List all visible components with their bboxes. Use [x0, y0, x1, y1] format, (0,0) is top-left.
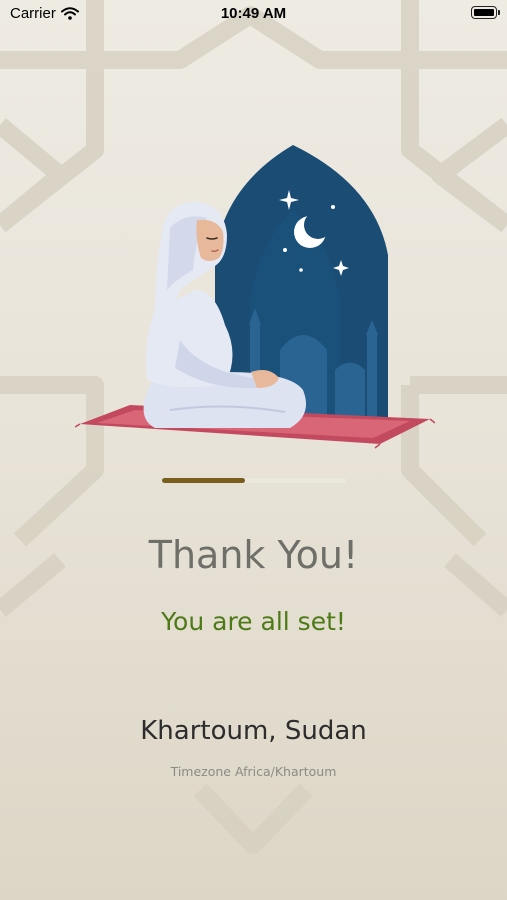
praying-woman-illustration: [75, 145, 435, 449]
page-title: Thank You!: [148, 533, 359, 577]
status-bar: Carrier 10:49 AM: [0, 0, 507, 30]
battery-icon: [471, 6, 500, 19]
status-time: 10:49 AM: [220, 5, 287, 22]
timezone-label: Timezone Africa/Khartoum: [170, 764, 337, 779]
page-subtitle: You are all set!: [161, 607, 346, 636]
onboarding-progress: [162, 478, 346, 483]
location-label: Khartoum, Sudan: [140, 716, 367, 746]
onboarding-progress-fill: [162, 478, 245, 483]
